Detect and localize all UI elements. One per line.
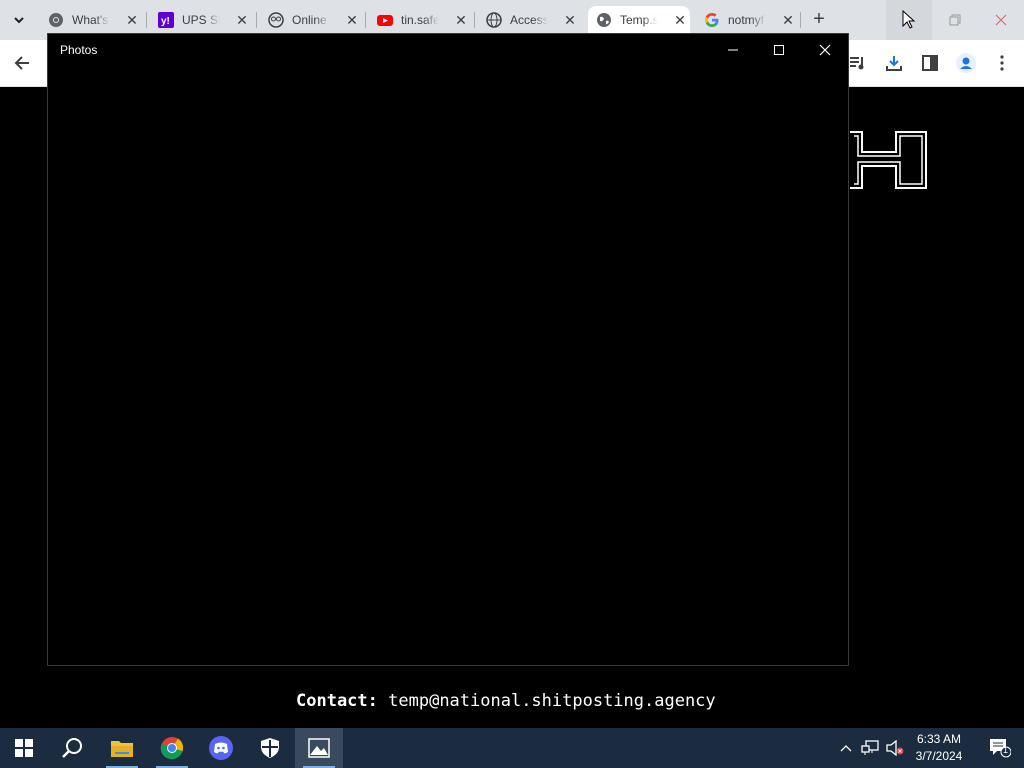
tab-close-icon[interactable]: ✕	[124, 12, 140, 28]
tab-ups[interactable]: y! UPS St ✕	[158, 8, 250, 32]
owl-icon	[268, 12, 284, 28]
tab-title: UPS St	[182, 13, 220, 27]
minimize-button[interactable]	[886, 0, 932, 40]
contact-line: Contact: temp@national.shitposting.agenc…	[296, 691, 716, 711]
globe-icon	[596, 12, 612, 28]
tab-close-icon[interactable]: ✕	[672, 12, 688, 28]
close-icon	[995, 14, 1007, 26]
tab-close-icon[interactable]: ✕	[234, 12, 250, 28]
minimize-icon	[728, 49, 738, 51]
system-clock[interactable]: 6:33 AM 3/7/2024	[910, 731, 968, 765]
folder-icon	[111, 741, 133, 757]
tab-close-icon[interactable]: ✕	[562, 12, 578, 28]
kebab-menu-icon	[1000, 55, 1004, 71]
speaker-muted-icon	[886, 740, 904, 756]
network-button[interactable]	[858, 728, 882, 768]
tab-separator	[365, 12, 366, 28]
tab-close-icon[interactable]: ✕	[344, 12, 360, 28]
photos-window-title: Photos	[60, 43, 98, 57]
clock-time: 6:33 AM	[916, 732, 962, 746]
notification-count-badge: 1	[1003, 745, 1009, 755]
outline-letter-graphic	[850, 131, 927, 189]
start-button[interactable]	[0, 728, 48, 768]
music-queue-icon	[850, 57, 864, 70]
network-icon	[861, 740, 879, 755]
tab-separator	[256, 12, 257, 28]
tab-separator	[800, 12, 801, 28]
side-panel-button[interactable]	[918, 51, 942, 75]
yahoo-icon: y!	[158, 12, 174, 28]
tab-title: Access	[510, 13, 548, 27]
photos-maximize-button[interactable]	[764, 38, 794, 62]
new-tab-button[interactable]: +	[808, 8, 830, 30]
search-icon	[62, 738, 82, 758]
google-icon	[704, 12, 720, 28]
tab-separator	[146, 12, 147, 28]
restore-button[interactable]	[932, 0, 978, 40]
tab-separator	[474, 12, 475, 28]
media-control-button[interactable]	[846, 51, 870, 75]
contact-email[interactable]: temp@national.shitposting.agency	[388, 691, 716, 711]
taskbar-security[interactable]	[246, 728, 294, 768]
restore-icon	[949, 14, 961, 26]
show-hidden-icons-button[interactable]	[834, 728, 858, 768]
notification-center-button[interactable]: 1	[976, 728, 1024, 768]
avatar-icon	[956, 53, 976, 73]
clock-date: 3/7/2024	[915, 749, 963, 763]
contact-label: Contact:	[296, 691, 378, 711]
tab-title: tin.safe	[401, 13, 439, 27]
shield-icon	[261, 738, 279, 758]
back-button[interactable]	[10, 51, 34, 75]
photos-close-button[interactable]	[810, 38, 840, 62]
search-button[interactable]	[48, 728, 96, 768]
tab-access[interactable]: Access ✕	[486, 8, 578, 32]
tab-title: What's	[72, 13, 109, 27]
maximize-icon	[774, 45, 784, 55]
taskbar-photos[interactable]	[295, 728, 343, 768]
chrome-icon	[48, 12, 64, 28]
tab-online[interactable]: Online ✕	[268, 8, 360, 32]
photos-icon	[308, 738, 330, 758]
discord-icon	[209, 736, 233, 760]
tab-title: notmyf	[728, 13, 765, 27]
photos-window: Photos	[47, 33, 849, 666]
menu-button[interactable]	[990, 51, 1014, 75]
svg-text:y!: y!	[161, 16, 170, 27]
profile-button[interactable]	[954, 51, 978, 75]
windows-taskbar: 6:33 AM 3/7/2024 1	[0, 728, 1024, 768]
download-icon	[886, 56, 902, 71]
tab-tin-safe[interactable]: tin.safe ✕	[377, 8, 469, 32]
tab-title: Online	[292, 13, 327, 27]
chrome-icon	[160, 737, 184, 760]
downloads-button[interactable]	[882, 51, 906, 75]
close-icon	[819, 44, 831, 56]
volume-button[interactable]	[883, 728, 907, 768]
tab-notmyf[interactable]: notmyf ✕	[704, 8, 796, 32]
photos-minimize-button[interactable]	[718, 38, 748, 62]
tab-whats[interactable]: What's ✕	[48, 8, 140, 32]
taskbar-chrome[interactable]	[148, 728, 196, 768]
tab-search-button[interactable]	[6, 7, 32, 33]
close-window-button[interactable]	[978, 0, 1024, 40]
tab-close-icon[interactable]: ✕	[453, 12, 469, 28]
tab-title: Temp.s	[620, 13, 658, 27]
chevron-up-icon	[840, 745, 852, 752]
youtube-icon	[377, 12, 393, 28]
arrow-left-icon	[14, 56, 29, 70]
tab-temp-active[interactable]: Temp.s ✕	[596, 8, 688, 32]
side-panel-icon	[922, 55, 938, 71]
chevron-down-icon	[14, 17, 24, 24]
tab-close-icon[interactable]: ✕	[780, 12, 796, 28]
mouse-cursor-icon	[902, 10, 916, 29]
taskbar-discord[interactable]	[197, 728, 245, 768]
windows-logo-icon	[15, 739, 33, 757]
taskbar-file-explorer[interactable]	[98, 728, 146, 768]
globe-icon	[486, 12, 502, 28]
